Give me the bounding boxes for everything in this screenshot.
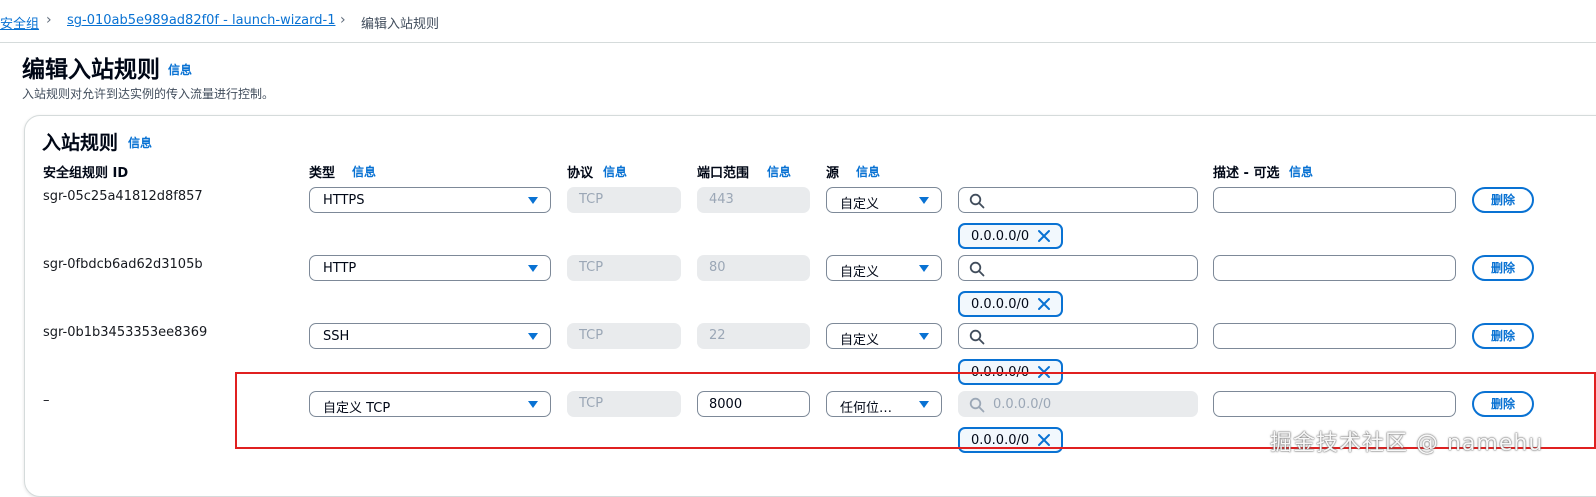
description-input[interactable] (1213, 255, 1456, 281)
description-info-link[interactable]: 信息 (1289, 163, 1313, 180)
column-header-protocol: 协议 (567, 166, 594, 181)
protocol-field: TCP (567, 255, 681, 281)
cidr-token-label: 0.0.0.0/0 (971, 297, 1030, 312)
column-header-rule-id: 安全组规则 ID (43, 166, 129, 181)
cidr-token-label: 0.0.0.0/0 (971, 229, 1030, 244)
search-icon (969, 329, 985, 345)
delete-button[interactable]: 删除 (1472, 255, 1534, 281)
source-select[interactable]: 自定义 (826, 255, 942, 281)
rule-id: sgr-0b1b3453353ee8369 (43, 325, 208, 340)
protocol-field: TCP (567, 323, 681, 349)
protocol-value: TCP (579, 260, 604, 275)
port-range-field: 443 (697, 187, 810, 213)
port-range-info-link[interactable]: 信息 (767, 163, 791, 180)
close-icon[interactable] (1037, 229, 1051, 243)
close-icon[interactable] (1037, 297, 1051, 311)
page-info-link[interactable]: 信息 (168, 61, 192, 78)
type-select-value: HTTP (323, 261, 357, 276)
page-description: 入站规则对允许到达实例的传入流量进行控制。 (22, 87, 275, 101)
delete-button[interactable]: 删除 (1472, 187, 1534, 213)
source-select-value: 自定义 (840, 265, 880, 280)
source-select[interactable]: 自定义 (826, 187, 942, 213)
port-range-field: 22 (697, 323, 810, 349)
column-header-port-range: 端口范围 (697, 166, 750, 181)
breadcrumb: 安全组 › sg-010ab5e989ad82f0f - launch-wiza… (0, 0, 1596, 43)
watermark: 掘金技术社区 @ namehu (1270, 431, 1544, 456)
delete-button[interactable]: 删除 (1472, 323, 1534, 349)
protocol-value: TCP (579, 192, 604, 207)
column-header-source: 源 (826, 166, 840, 181)
source-info-link[interactable]: 信息 (856, 163, 880, 180)
caret-down-icon (528, 333, 538, 340)
description-input[interactable] (1213, 323, 1456, 349)
type-select[interactable]: HTTP (309, 255, 551, 281)
source-select[interactable]: 自定义 (826, 323, 942, 349)
breadcrumb-security-group-link[interactable]: sg-010ab5e989ad82f0f - launch-wizard-1 (67, 13, 335, 28)
panel-title: 入站规则 (42, 132, 119, 154)
type-select[interactable]: SSH (309, 323, 551, 349)
caret-down-icon (919, 333, 929, 340)
protocol-value: TCP (579, 328, 604, 343)
column-header-type: 类型 (309, 166, 336, 181)
page-title: 编辑入站规则 (22, 57, 160, 83)
breadcrumb-separator-icon: › (46, 12, 52, 28)
breadcrumb-security-groups-link[interactable]: 安全组 (0, 13, 39, 32)
port-range-value: 80 (709, 260, 726, 275)
port-range-value: 443 (709, 192, 734, 207)
caret-down-icon (919, 265, 929, 272)
port-range-field: 80 (697, 255, 810, 281)
caret-down-icon (528, 265, 538, 272)
source-select-value: 自定义 (840, 197, 880, 212)
search-icon (969, 261, 985, 277)
cidr-token: 0.0.0.0/0 (958, 291, 1063, 317)
type-select-value: SSH (323, 329, 350, 344)
type-select[interactable]: HTTPS (309, 187, 551, 213)
search-icon (969, 193, 985, 209)
port-range-value: 22 (709, 328, 726, 343)
description-input[interactable] (1213, 187, 1456, 213)
cidr-search-input[interactable] (958, 255, 1198, 281)
caret-down-icon (528, 197, 538, 204)
rule-id: – (43, 393, 50, 408)
breadcrumb-separator-icon: › (340, 12, 346, 28)
rule-id: sgr-0fbdcb6ad62d3105b (43, 257, 203, 272)
cidr-search-input[interactable] (958, 323, 1198, 349)
breadcrumb-current-page: 编辑入站规则 (361, 17, 440, 32)
protocol-info-link[interactable]: 信息 (603, 163, 627, 180)
type-info-link[interactable]: 信息 (352, 163, 376, 180)
source-select-value: 自定义 (840, 333, 880, 348)
rule-id: sgr-05c25a41812d8f857 (43, 189, 203, 204)
caret-down-icon (919, 197, 929, 204)
cidr-search-input[interactable] (958, 187, 1198, 213)
column-header-description: 描述 - 可选 (1213, 166, 1280, 181)
panel-info-link[interactable]: 信息 (128, 134, 152, 151)
type-select-value: HTTPS (323, 193, 365, 208)
protocol-field: TCP (567, 187, 681, 213)
cidr-token: 0.0.0.0/0 (958, 223, 1063, 249)
